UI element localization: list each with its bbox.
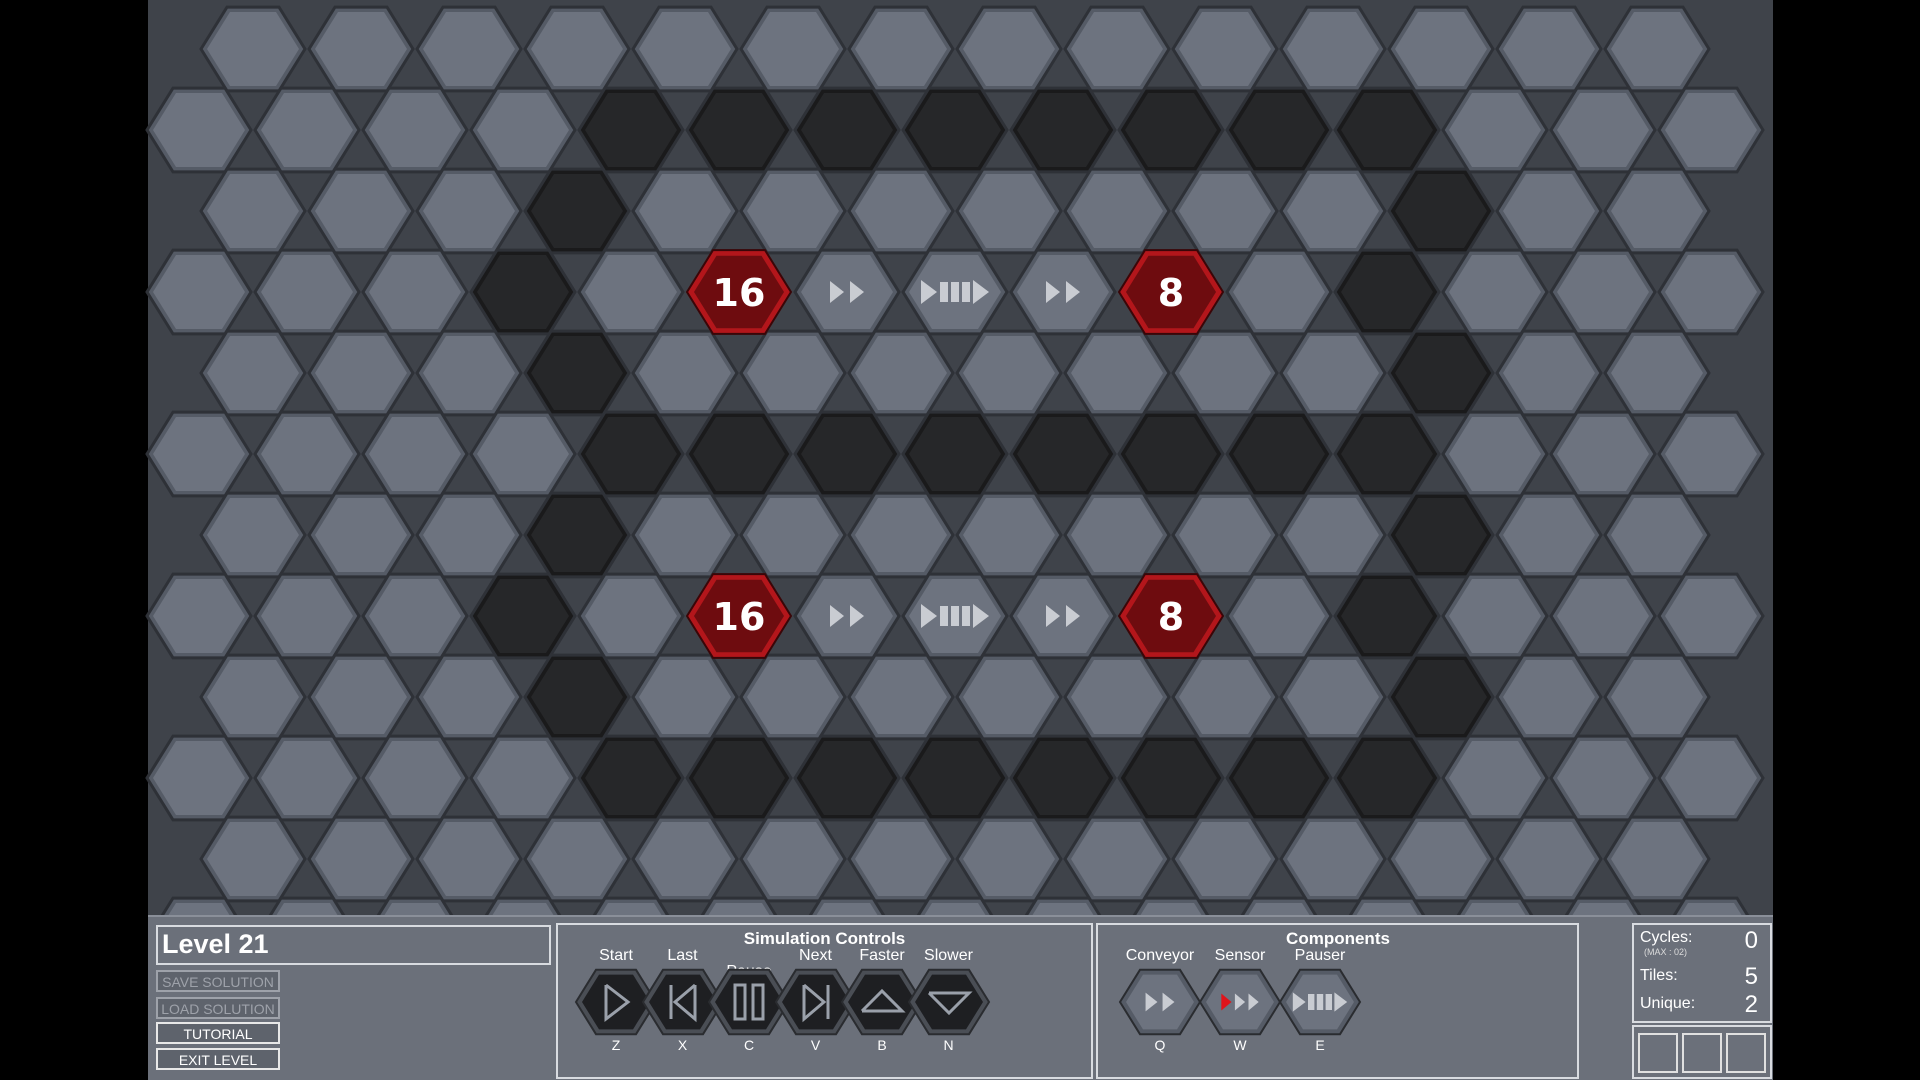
exit-level-button[interactable]: EXIT LEVEL xyxy=(156,1048,280,1070)
unique-label: Unique: xyxy=(1640,995,1696,1012)
component-key: E xyxy=(1315,1037,1325,1053)
component-label: Pauser xyxy=(1294,947,1346,964)
component-label: Conveyor xyxy=(1125,947,1195,964)
solution-slot-2[interactable] xyxy=(1682,1033,1722,1073)
sim-button-key: N xyxy=(943,1037,954,1053)
sim-button-label: Slower xyxy=(924,947,973,964)
node-value: 8 xyxy=(1158,595,1184,639)
component-key: Q xyxy=(1154,1037,1166,1053)
components-title: Components xyxy=(1286,929,1390,948)
load-solution-button[interactable]: LOAD SOLUTION xyxy=(156,997,280,1019)
level-title: Level 21 xyxy=(162,929,269,959)
tiles-value: 5 xyxy=(1744,963,1758,990)
node-value: 16 xyxy=(713,271,766,315)
sensor-component-button[interactable] xyxy=(1198,965,1282,1039)
cycles-max: (MAX : 02) xyxy=(1644,947,1688,957)
cycles-value: 0 xyxy=(1744,927,1758,954)
solution-slot-3[interactable] xyxy=(1726,1033,1766,1073)
component-label: Sensor xyxy=(1214,947,1266,964)
hex-board[interactable]: 16 8 16 8 xyxy=(0,0,1920,915)
bottom-panel: Level 21 SAVE SOLUTION LOAD SOLUTION TUT… xyxy=(148,915,1773,1080)
conveyor-component-button[interactable] xyxy=(1118,965,1202,1039)
cycles-label: Cycles: xyxy=(1640,929,1693,946)
level-title-box: Level 21 xyxy=(156,925,551,965)
hex-grid[interactable] xyxy=(145,0,1773,915)
tiles-label: Tiles: xyxy=(1640,967,1678,984)
simulation-controls-box: Simulation Controls Start ZLast XPause C… xyxy=(556,923,1093,1079)
unique-value: 2 xyxy=(1744,991,1758,1018)
node-value: 16 xyxy=(713,595,766,639)
component-key: W xyxy=(1233,1037,1247,1053)
components-box: Components Conveyor Q Sensor W Pauser E xyxy=(1096,923,1579,1079)
save-solution-button[interactable]: SAVE SOLUTION xyxy=(156,970,280,992)
solution-slots xyxy=(1632,1025,1772,1079)
pauser-component-button[interactable] xyxy=(1278,965,1362,1039)
tutorial-button[interactable]: TUTORIAL xyxy=(156,1022,280,1044)
stats-box: Cycles: (MAX : 02) 0 Tiles: 5 Unique: 2 xyxy=(1632,923,1772,1023)
solution-slot-1[interactable] xyxy=(1638,1033,1678,1073)
node-value: 8 xyxy=(1158,271,1184,315)
simulation-controls-title: Simulation Controls xyxy=(743,929,906,948)
slower-button[interactable] xyxy=(907,965,991,1039)
